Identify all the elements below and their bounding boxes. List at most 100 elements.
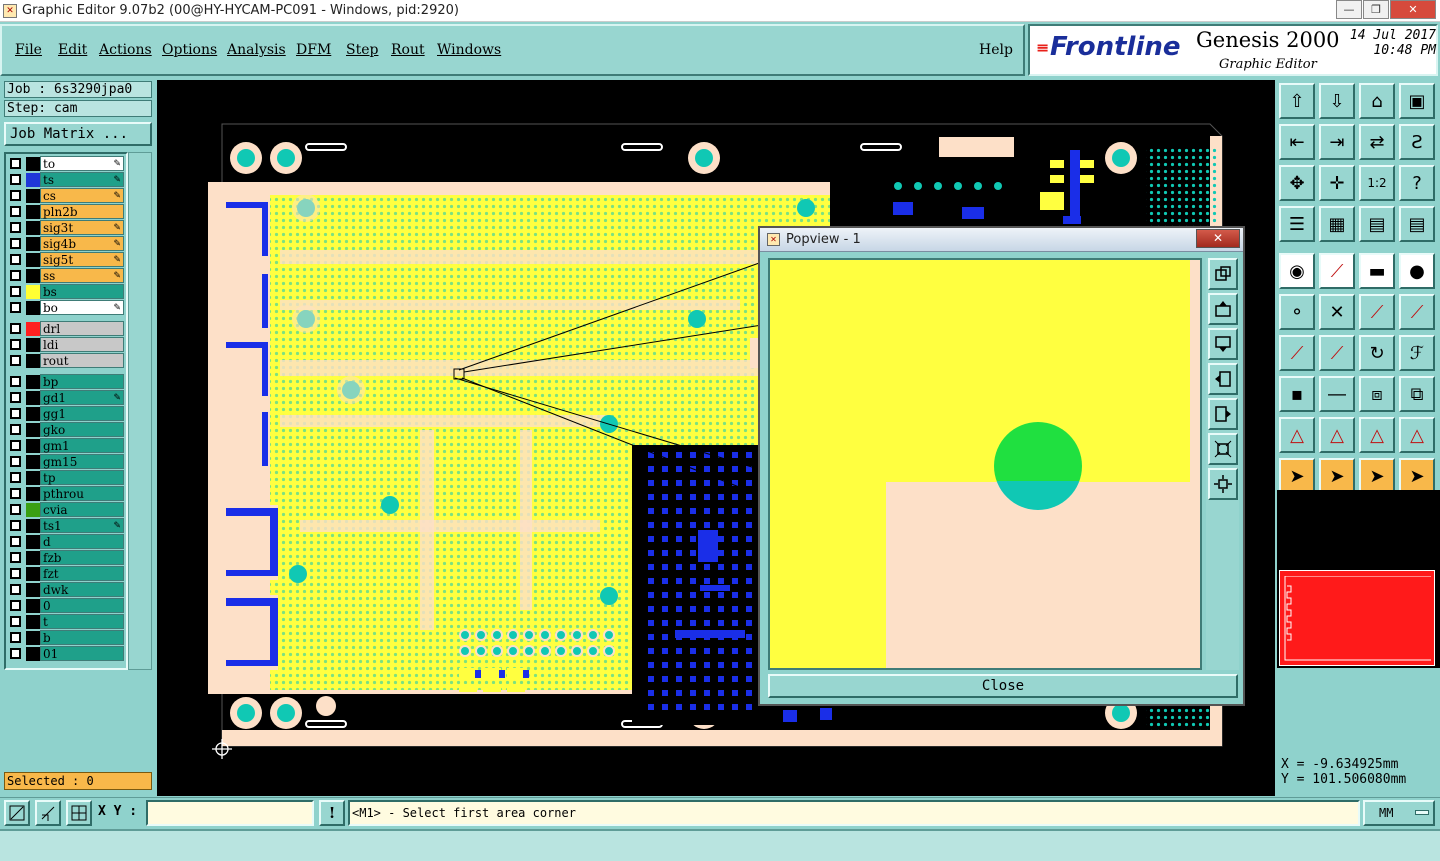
layer-color-swatch[interactable] bbox=[26, 455, 40, 469]
layer-row[interactable]: t bbox=[4, 614, 128, 630]
pan-right-icon[interactable]: ⇥ bbox=[1319, 124, 1355, 160]
layer-color-swatch[interactable] bbox=[26, 567, 40, 581]
pointer-box-icon[interactable]: ➤ bbox=[1319, 458, 1355, 494]
menu-step[interactable]: Step bbox=[346, 42, 378, 58]
layer-name[interactable]: ts1 ✎ bbox=[40, 518, 124, 533]
layer-color-swatch[interactable] bbox=[26, 631, 40, 645]
layer-name[interactable]: gd1 ✎ bbox=[40, 390, 124, 405]
layer-row[interactable]: sig4b ✎ bbox=[4, 236, 128, 252]
layer-name[interactable]: drl bbox=[40, 321, 124, 336]
layer-checkbox[interactable] bbox=[10, 456, 21, 467]
settings-slider-icon[interactable]: ☰ bbox=[1279, 206, 1315, 242]
menu-edit[interactable]: Edit bbox=[58, 42, 87, 58]
layer-color-swatch[interactable] bbox=[26, 503, 40, 517]
overview-map[interactable] bbox=[1277, 568, 1440, 668]
line-draw-icon[interactable]: ⟋ bbox=[1319, 253, 1355, 289]
help-query-icon[interactable]: ? bbox=[1399, 165, 1435, 201]
layer-row[interactable]: ldi bbox=[4, 337, 128, 353]
snake-icon[interactable]: Ƨ bbox=[1399, 124, 1435, 160]
layer-checkbox[interactable] bbox=[10, 536, 21, 547]
layer-name[interactable]: gg1 bbox=[40, 406, 124, 421]
layer-checkbox[interactable] bbox=[10, 440, 21, 451]
layer-name[interactable]: to ✎ bbox=[40, 156, 124, 171]
close-window-button[interactable]: ✕ bbox=[1390, 0, 1436, 19]
layer-color-swatch[interactable] bbox=[26, 269, 40, 283]
triangle-up-icon[interactable]: △ bbox=[1319, 417, 1355, 453]
layer-row[interactable]: fzt bbox=[4, 566, 128, 582]
group-icon[interactable]: ⧉ bbox=[1399, 376, 1435, 412]
layer-name[interactable]: 0 bbox=[40, 598, 124, 613]
layer-color-swatch[interactable] bbox=[26, 253, 40, 267]
layer-checkbox[interactable] bbox=[10, 632, 21, 643]
layer-row[interactable]: gd1 ✎ bbox=[4, 390, 128, 406]
layer-name[interactable]: ts ✎ bbox=[40, 172, 124, 187]
layer-row[interactable]: 0 bbox=[4, 598, 128, 614]
triangle-arrow-icon[interactable]: △ bbox=[1359, 417, 1395, 453]
layer-color-swatch[interactable] bbox=[26, 535, 40, 549]
measure-icon[interactable] bbox=[4, 800, 30, 826]
zoom-home-icon[interactable]: ⇧ bbox=[1279, 83, 1315, 119]
layer-name[interactable]: t bbox=[40, 614, 124, 629]
layer-row[interactable]: ts1 ✎ bbox=[4, 518, 128, 534]
home-view-icon[interactable]: ⌂ bbox=[1359, 83, 1395, 119]
layer-row[interactable]: rout bbox=[4, 353, 128, 369]
layer-color-swatch[interactable] bbox=[26, 301, 40, 315]
box-arrows-icon[interactable]: ⧈ bbox=[1359, 376, 1395, 412]
layer-color-swatch[interactable] bbox=[26, 391, 40, 405]
layer-row[interactable]: gm1 bbox=[4, 438, 128, 454]
layer-checkbox[interactable] bbox=[10, 616, 21, 627]
layer-color-swatch[interactable] bbox=[26, 221, 40, 235]
layer-row[interactable]: dwk bbox=[4, 582, 128, 598]
layer-checkbox[interactable] bbox=[10, 648, 21, 659]
layer-name[interactable]: cs ✎ bbox=[40, 188, 124, 203]
menu-rout[interactable]: Rout bbox=[391, 42, 425, 58]
layer-checkbox[interactable] bbox=[10, 238, 21, 249]
layer-row[interactable]: tp bbox=[4, 470, 128, 486]
layer-name[interactable]: bo ✎ bbox=[40, 300, 124, 315]
pv-zoom-in-icon[interactable] bbox=[1208, 433, 1238, 465]
layer-checkbox[interactable] bbox=[10, 355, 21, 366]
layer-row[interactable]: pln2b bbox=[4, 204, 128, 220]
window-layout-icon[interactable]: ▣ bbox=[1399, 83, 1435, 119]
layer-name[interactable]: pthrou bbox=[40, 486, 124, 501]
layer-name[interactable]: 01 bbox=[40, 646, 124, 661]
layer-name[interactable]: cvia bbox=[40, 502, 124, 517]
layer-name[interactable]: sig4b ✎ bbox=[40, 236, 124, 251]
layer-name[interactable]: gm1 bbox=[40, 438, 124, 453]
layer-checkbox[interactable] bbox=[10, 302, 21, 313]
swap-icon[interactable]: ⇄ bbox=[1359, 124, 1395, 160]
scale-1-2-icon[interactable]: 1:2 bbox=[1359, 165, 1395, 201]
layer-name[interactable]: bp bbox=[40, 374, 124, 389]
layer-color-swatch[interactable] bbox=[26, 407, 40, 421]
layer-name[interactable]: fzt bbox=[40, 566, 124, 581]
layer-row[interactable]: drl bbox=[4, 321, 128, 337]
layer-color-swatch[interactable] bbox=[26, 487, 40, 501]
layer-row[interactable]: ss ✎ bbox=[4, 268, 128, 284]
diagonal-line-icon[interactable]: ⟋ bbox=[1279, 335, 1315, 371]
layer-row[interactable]: 01 bbox=[4, 646, 128, 662]
layer-row[interactable]: sig3t ✎ bbox=[4, 220, 128, 236]
layer-color-swatch[interactable] bbox=[26, 173, 40, 187]
layer-name[interactable]: ss ✎ bbox=[40, 268, 124, 283]
layer-list-scrollbar[interactable] bbox=[128, 152, 152, 670]
layer-row[interactable]: ts ✎ bbox=[4, 172, 128, 188]
layer-row[interactable]: sig5t ✎ bbox=[4, 252, 128, 268]
layer-checkbox[interactable] bbox=[10, 254, 21, 265]
menu-options[interactable]: Options bbox=[162, 42, 217, 58]
xy-input[interactable] bbox=[146, 800, 314, 826]
layer-name[interactable]: dwk bbox=[40, 582, 124, 597]
layer-checkbox[interactable] bbox=[10, 472, 21, 483]
cross-icon[interactable]: ✕ bbox=[1319, 294, 1355, 330]
layer-row[interactable]: b bbox=[4, 630, 128, 646]
layer-color-swatch[interactable] bbox=[26, 354, 40, 368]
layer-stack-icon[interactable]: ▤ bbox=[1359, 206, 1395, 242]
pv-zoom-window-icon[interactable] bbox=[1208, 258, 1238, 290]
popview-close-icon[interactable]: ✕ bbox=[1196, 229, 1240, 248]
layer-stack-alt-icon[interactable]: ▤ bbox=[1399, 206, 1435, 242]
text-ff-icon[interactable]: ℱ bbox=[1399, 335, 1435, 371]
layer-checkbox[interactable] bbox=[10, 206, 21, 217]
layer-checkbox[interactable] bbox=[10, 488, 21, 499]
pointer-circle-icon[interactable]: ➤ bbox=[1359, 458, 1395, 494]
layer-row[interactable]: bp bbox=[4, 374, 128, 390]
pv-pan-left-icon[interactable] bbox=[1208, 363, 1238, 395]
